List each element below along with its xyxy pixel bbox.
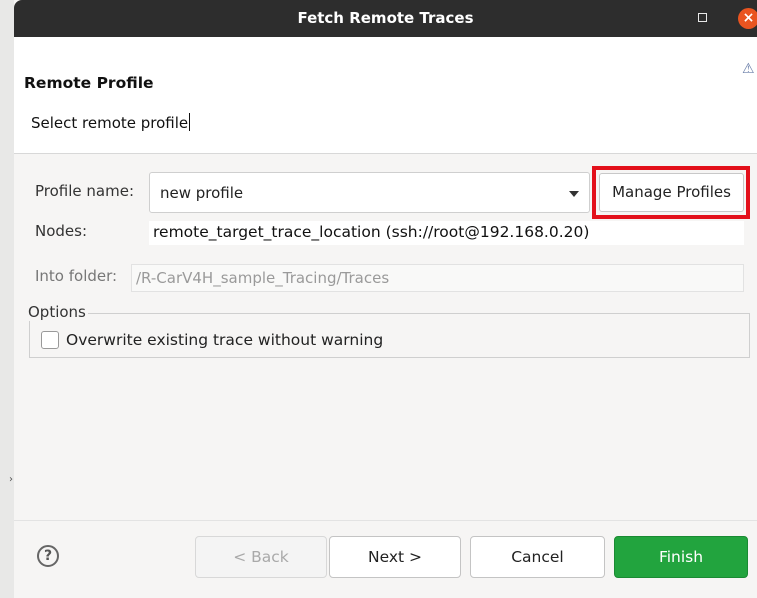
footer-divider <box>14 520 757 521</box>
options-legend: Options <box>28 303 88 321</box>
profile-name-label: Profile name: <box>35 182 135 200</box>
background-window-edge: › <box>0 0 14 598</box>
page-description-text: Select remote profile <box>31 114 189 132</box>
next-button[interactable]: Next > <box>329 536 461 578</box>
overwrite-checkbox[interactable] <box>41 331 59 349</box>
profile-name-dropdown[interactable]: new profile <box>149 172 590 213</box>
overwrite-checkbox-label[interactable]: Overwrite existing trace without warning <box>66 331 383 349</box>
maximize-icon[interactable] <box>698 13 707 22</box>
into-folder-label: Into folder: <box>35 267 118 285</box>
profile-name-value: new profile <box>160 184 244 202</box>
manage-profiles-button[interactable]: Manage Profiles <box>599 173 744 212</box>
edge-arrow-icon: › <box>9 474 13 485</box>
wizard-header: Remote Profile Select remote profile ⚠ <box>14 37 757 154</box>
page-title: Remote Profile <box>24 74 154 92</box>
text-caret <box>189 113 191 131</box>
into-folder-field: /R-CarV4H_sample_Tracing/Traces <box>131 264 744 292</box>
close-icon[interactable]: × <box>738 8 757 29</box>
title-bar: Fetch Remote Traces × <box>14 0 757 37</box>
chevron-down-icon <box>569 191 579 197</box>
finish-button[interactable]: Finish <box>614 536 748 578</box>
page-description: Select remote profile <box>31 113 191 132</box>
nodes-value: remote_target_trace_location (ssh://root… <box>149 221 744 245</box>
help-icon[interactable]: ? <box>37 545 59 567</box>
nodes-label: Nodes: <box>35 222 88 240</box>
back-button[interactable]: < Back <box>195 536 327 578</box>
wizard-icon: ⚠ <box>742 61 755 77</box>
window-title: Fetch Remote Traces <box>297 9 474 27</box>
cancel-button[interactable]: Cancel <box>470 536 605 578</box>
